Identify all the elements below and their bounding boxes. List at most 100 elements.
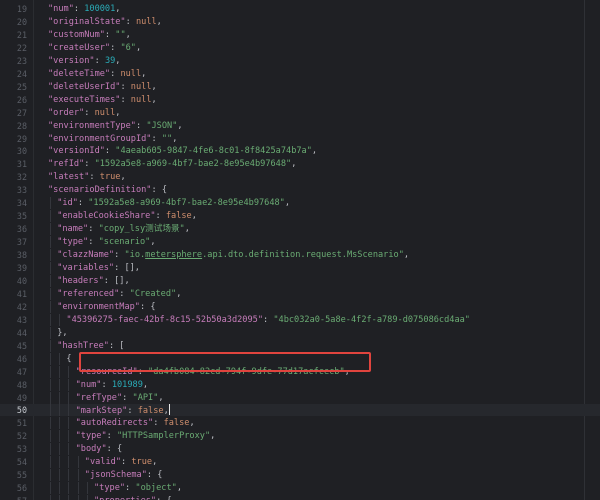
line-number: 23: [16, 55, 27, 66]
code-text[interactable]: "type": "scenario",: [57, 236, 155, 248]
code-token: "customNum": [48, 29, 105, 40]
code-text[interactable]: "customNum": "",: [48, 29, 131, 41]
code-line[interactable]: 45 "hashTree": [: [0, 339, 600, 352]
code-line[interactable]: 25 "deleteUserId": null,: [0, 81, 600, 93]
code-line[interactable]: 33 "scenarioDefinition": {: [0, 184, 600, 196]
code-token: "num": [75, 379, 102, 390]
code-line[interactable]: 43 "45396275-faec-42bf-8c15-52b50a3d2095"…: [0, 313, 600, 326]
code-text[interactable]: "referenced": "Created",: [57, 288, 181, 300]
code-text[interactable]: {: [66, 353, 71, 365]
code-text[interactable]: "refType": "API",: [76, 392, 164, 404]
indent-guide: [50, 326, 51, 339]
code-text[interactable]: "jsonSchema": {: [85, 469, 163, 481]
code-line[interactable]: 55 "jsonSchema": {: [0, 469, 600, 482]
code-text[interactable]: "createUser": "6",: [48, 42, 141, 54]
code-text[interactable]: "type": "HTTPSamplerProxy",: [76, 430, 216, 442]
code-token: "versionId": [48, 146, 105, 157]
code-text[interactable]: "latest": true,: [48, 171, 126, 183]
code-line[interactable]: 49 "refType": "API",: [0, 391, 600, 404]
code-text[interactable]: },: [57, 327, 67, 339]
code-text[interactable]: "executeTimes": null,: [48, 94, 157, 106]
code-line[interactable]: 41 "referenced": "Created",: [0, 287, 600, 300]
code-token: ,: [151, 94, 157, 105]
indent-guide: [59, 404, 61, 417]
code-token: :: [153, 418, 164, 429]
code-text[interactable]: "name": "copy_lsy测试场景",: [57, 223, 190, 235]
indent-guide: [50, 378, 51, 391]
code-text[interactable]: "num": 100001,: [48, 3, 120, 15]
indent-guide: [50, 456, 51, 469]
code-line[interactable]: 34 "id": "1592a5e8-a969-4bf7-bae2-8e95e4b…: [0, 197, 600, 210]
code-line[interactable]: 35 "enableCookieShare": false,: [0, 210, 600, 223]
code-text[interactable]: "environmentType": "JSON",: [48, 120, 183, 132]
code-line[interactable]: 54 "valid": true,: [0, 456, 600, 469]
code-text[interactable]: "environmentMap": {: [57, 301, 155, 313]
code-token: "JSON": [146, 120, 178, 131]
code-text[interactable]: "body": {: [76, 443, 123, 455]
code-text[interactable]: "variables": [],: [57, 262, 140, 274]
indent-guide: [68, 443, 70, 456]
code-line[interactable]: 56 "type": "object",: [0, 482, 600, 495]
code-text[interactable]: "enableCookieShare": false,: [57, 210, 197, 222]
code-line[interactable]: 31 "refId": "1592a5e8-a969-4bf7-bae2-8e95…: [0, 158, 600, 170]
code-line[interactable]: 36 "name": "copy_lsy测试场景",: [0, 223, 600, 236]
code-line[interactable]: 52 "type": "HTTPSamplerProxy",: [0, 430, 600, 443]
code-line[interactable]: 30 "versionId": "4aeab605-9847-4fe6-8c01-…: [0, 145, 600, 157]
indent-guide: [68, 495, 70, 500]
code-token: ,: [158, 392, 164, 403]
code-text[interactable]: "refId": "1592a5e8-a969-4bf7-bae2-8e95e4…: [48, 158, 296, 170]
code-line[interactable]: 53 "body": {: [0, 443, 600, 456]
code-text[interactable]: "hashTree": [: [57, 340, 124, 352]
code-text[interactable]: "markStep": false,: [76, 404, 170, 417]
code-text[interactable]: "num": 101989,: [76, 379, 148, 391]
code-line[interactable]: 37 "type": "scenario",: [0, 236, 600, 249]
code-line[interactable]: 51 "autoRedirects": false,: [0, 417, 600, 430]
code-text[interactable]: "scenarioDefinition": {: [48, 184, 167, 196]
code-token: ,: [177, 120, 183, 131]
code-text[interactable]: "originalState": null,: [48, 16, 162, 28]
code-line[interactable]: 38 "clazzName": "io.metersphere.api.dto.d…: [0, 249, 600, 262]
line-number: 46: [16, 353, 27, 364]
code-text[interactable]: "autoRedirects": false,: [76, 417, 195, 429]
code-text[interactable]: "type": "object",: [94, 482, 182, 494]
code-text[interactable]: "versionId": "4aeab605-9847-4fe6-8c01-8f…: [48, 145, 317, 157]
line-number: 19: [16, 4, 27, 14]
code-line[interactable]: 32 "latest": true,: [0, 171, 600, 183]
code-line[interactable]: 26 "executeTimes": null,: [0, 94, 600, 106]
code-line[interactable]: 27 "order": null,: [0, 107, 600, 119]
code-token: :: [121, 457, 132, 468]
code-line[interactable]: 44},: [0, 326, 600, 339]
code-text[interactable]: "deleteUserId": null,: [48, 81, 157, 93]
code-text[interactable]: "environmentGroupId": "",: [48, 133, 177, 145]
code-text[interactable]: "version": 39,: [48, 55, 120, 67]
code-token: :: [155, 211, 166, 222]
code-editor[interactable]: 19 "num": 100001, 20 "originalState": null,…: [0, 0, 600, 500]
code-text[interactable]: "headers": [],: [57, 275, 129, 287]
line-number: 39: [16, 263, 27, 273]
code-text[interactable]: "clazzName": "io.metersphere.api.dto.def…: [57, 249, 409, 261]
code-text[interactable]: "deleteTime": null,: [48, 68, 146, 80]
code-line[interactable]: 28 "environmentType": "JSON",: [0, 120, 600, 132]
code-line[interactable]: 23 "version": 39,: [0, 55, 600, 67]
code-line[interactable]: 50 "markStep": false,: [0, 404, 600, 417]
code-line[interactable]: 21 "customNum": "",: [0, 29, 600, 41]
code-line[interactable]: 24 "deleteTime": null,: [0, 68, 600, 80]
code-line[interactable]: 48 "num": 101989,: [0, 378, 600, 391]
code-token: "45396275-faec-42bf-8c15-52b50a3d2095": [66, 314, 263, 325]
code-text[interactable]: "order": null,: [48, 107, 120, 119]
code-line[interactable]: 42 "environmentMap": {: [0, 300, 600, 313]
code-text[interactable]: "properties": {: [94, 495, 172, 500]
code-text[interactable]: "valid": true,: [85, 456, 157, 468]
code-token: : {: [156, 496, 172, 500]
code-line[interactable]: 40 "headers": [],: [0, 274, 600, 287]
code-text[interactable]: "id": "1592a5e8-a969-4bf7-bae2-8e95e4b97…: [57, 197, 290, 209]
code-line[interactable]: 22 "createUser": "6",: [0, 42, 600, 54]
code-text[interactable]: "45396275-faec-42bf-8c15-52b50a3d2095": …: [66, 314, 470, 326]
code-line[interactable]: 19 "num": 100001,: [0, 3, 600, 15]
code-line[interactable]: 57 "properties": {: [0, 495, 600, 500]
code-line[interactable]: 39 "variables": [],: [0, 262, 600, 274]
code-line[interactable]: 20 "originalState": null,: [0, 16, 600, 28]
indent-guide: [68, 391, 70, 404]
code-line[interactable]: 29 "environmentGroupId": "",: [0, 133, 600, 145]
code-token: "environmentGroupId": [48, 133, 152, 144]
